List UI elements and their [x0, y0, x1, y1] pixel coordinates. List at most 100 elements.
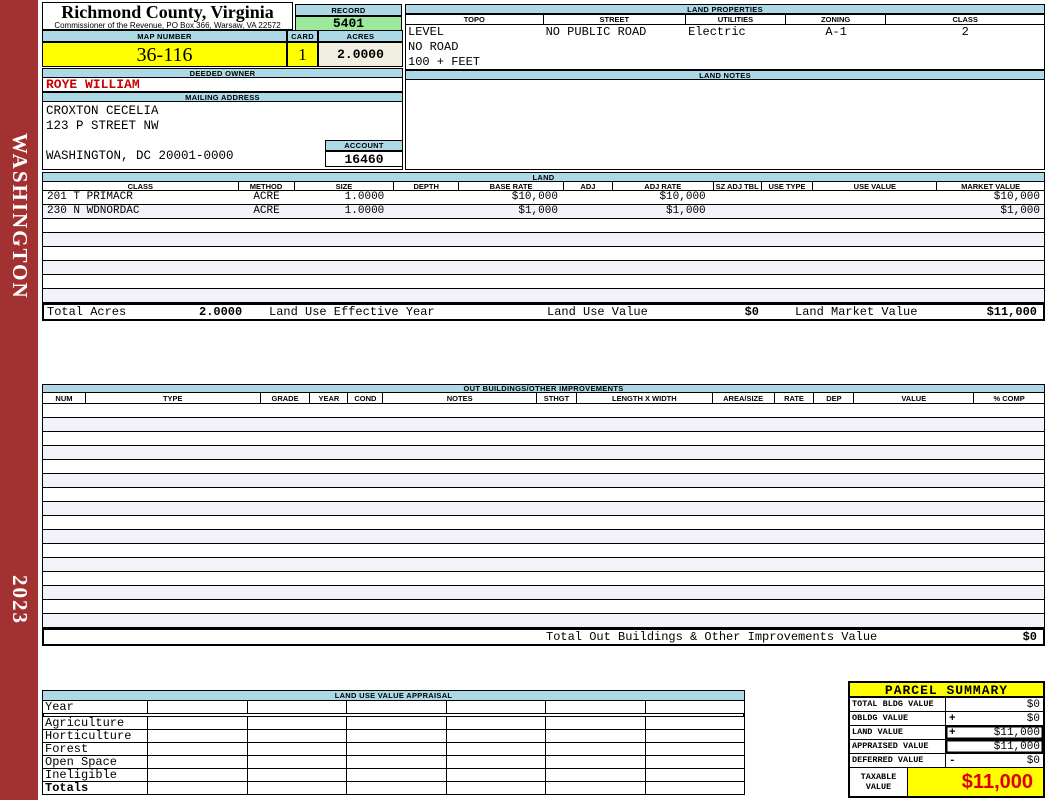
out-buildings-blank-row: [43, 460, 1044, 474]
out-buildings-total-row: Total Out Buildings & Other Improvements…: [42, 628, 1045, 646]
appraisal-cell: [148, 701, 248, 713]
acres-label: ACRES: [318, 30, 403, 42]
land-table-header: USE TYPE: [762, 182, 814, 190]
land-cell: $10,000: [659, 191, 706, 203]
class-value: 2: [961, 25, 969, 39]
out-buildings-blank-row: [43, 572, 1044, 586]
land-use-effective-year-label: Land Use Effective Year: [269, 305, 435, 319]
appraisal-cell: [347, 782, 447, 794]
out-buildings-header: GRADE: [261, 393, 311, 403]
appraisal-cell: [646, 769, 745, 781]
land-properties-header: UTILITIES: [686, 15, 786, 24]
parcel-summary-value-box: $0: [946, 698, 1043, 711]
out-buildings-header: AREA/SIZE: [713, 393, 775, 403]
land-notes-title: LAND NOTES: [405, 70, 1045, 80]
land-blank-row: [43, 233, 1044, 247]
land-cell: ACRE: [253, 205, 280, 217]
card-label: CARD: [287, 30, 318, 42]
land-cell: $10,000: [993, 191, 1040, 203]
appraisal-cell: [248, 717, 347, 729]
out-buildings-blank-row: [43, 600, 1044, 614]
out-buildings-title: OUT BUILDINGS/OTHER IMPROVEMENTS: [42, 384, 1045, 393]
out-buildings-total-label: Total Out Buildings & Other Improvements…: [546, 630, 878, 644]
appraisal-row-label: Totals: [43, 782, 148, 794]
land-cell: $1,000: [518, 205, 558, 217]
land-cell: [714, 205, 762, 218]
out-buildings-rows: [42, 404, 1045, 628]
land-table-header: USE VALUE: [813, 182, 938, 190]
out-buildings-header: RATE: [775, 393, 815, 403]
appraisal-cell: [248, 782, 347, 794]
parcel-summary-value-box: - $0: [946, 754, 1043, 767]
out-buildings-blank-row: [43, 544, 1044, 558]
appraisal-cell: [447, 743, 546, 755]
land-cell: [813, 205, 937, 218]
parcel-summary-row-label: TOTAL BLDG VALUE: [850, 698, 946, 711]
land-use-value-label: Land Use Value: [547, 305, 648, 319]
out-buildings-header: NOTES: [383, 393, 538, 403]
street-value: NO PUBLIC ROAD: [545, 25, 647, 39]
parcel-summary-value: $0: [1026, 698, 1040, 711]
land-table-header: BASE RATE: [459, 182, 564, 190]
appraisal-row-label: Horticulture: [43, 730, 148, 742]
appraisal-cell: [447, 756, 546, 768]
appraisal-cell: [546, 730, 646, 742]
land-row: 201 T PRIMACR ACRE 1.0000 $10,000 $10,000 $10…: [43, 191, 1044, 205]
land-cell: $10,000: [511, 191, 558, 203]
land-cell: ACRE: [253, 191, 280, 203]
taxable-value-label: TAXABLE VALUE: [850, 768, 908, 796]
out-buildings-blank-row: [43, 488, 1044, 502]
appraisal-row-label: Forest: [43, 743, 148, 755]
land-properties-header: TOPO: [406, 15, 544, 24]
land-blank-row: [43, 219, 1044, 233]
year-banner: WASHINGTON 2023: [0, 0, 38, 800]
out-buildings-blank-row: [43, 446, 1044, 460]
mailing-address-label: MAILING ADDRESS: [42, 92, 403, 102]
land-table-rows: 201 T PRIMACR ACRE 1.0000 $10,000 $10,000 $10…: [42, 191, 1045, 303]
parcel-summary-value: $11,000: [993, 740, 1040, 753]
topo-value: LEVEL NO ROAD 100 + FEET: [408, 25, 481, 69]
parcel-summary-row-label: OBLDG VALUE: [850, 712, 946, 725]
land-cell: 1.0000: [344, 191, 385, 203]
parcel-summary-value: $11,000: [993, 726, 1040, 739]
appraisal-row-label: Open Space: [43, 756, 148, 768]
out-buildings-header: YEAR: [310, 393, 349, 403]
property-record-card: WASHINGTON 2023 Richmond County, Virgini…: [0, 0, 1050, 800]
parcel-summary-value-box: + $11,000: [946, 726, 1043, 739]
taxable-value-row: TAXABLE VALUE $11,000: [850, 768, 1043, 796]
parcel-summary-row: TOTAL BLDG VALUE $0: [850, 698, 1043, 712]
land-cell: 230 N WDNORDAC: [47, 205, 140, 217]
parcel-summary-operator: +: [949, 726, 956, 739]
parcel-summary-row-label: DEFERRED VALUE: [850, 754, 946, 767]
land-market-value-label: Land Market Value: [795, 305, 918, 319]
record-label: RECORD: [295, 4, 402, 16]
total-acres-value: 2.0000: [199, 305, 243, 319]
taxable-value: $11,000: [908, 768, 1043, 796]
appraisal-cell: [248, 701, 347, 713]
land-use-appraisal-rows: Year Agriculture Horticulture Forest Open Sp…: [42, 701, 745, 795]
parcel-summary-rows: TOTAL BLDG VALUE $0 OBLDG VALUE + $0 LAND VAL…: [850, 698, 1043, 768]
land-cell: [564, 191, 613, 204]
land-row: 230 N WDNORDAC ACRE 1.0000 $1,000 $1,000 $1,0…: [43, 205, 1044, 219]
parcel-summary-value-box: + $0: [946, 712, 1043, 725]
appraisal-cell: [248, 743, 347, 755]
parcel-summary: PARCEL SUMMARY TOTAL BLDG VALUE $0 OBLDG V…: [848, 681, 1045, 798]
acres-value: 2.0000: [318, 42, 403, 67]
land-blank-row: [43, 261, 1044, 275]
appraisal-cell: [447, 769, 546, 781]
appraisal-cell: [347, 701, 447, 713]
out-buildings-header: VALUE: [854, 393, 975, 403]
land-table-header: DEPTH: [394, 182, 460, 190]
appraisal-row: Year: [43, 701, 744, 714]
account-value: 16460: [325, 151, 403, 167]
appraisal-cell: [646, 756, 745, 768]
county-title: Richmond County, Virginia: [61, 2, 274, 22]
out-buildings-header: DEP: [814, 393, 855, 403]
parcel-summary-row-label: APPRAISED VALUE: [850, 740, 946, 753]
out-buildings-blank-row: [43, 516, 1044, 530]
land-table-header: METHOD: [239, 182, 295, 190]
parcel-summary-operator: -: [949, 754, 956, 767]
out-buildings-blank-row: [43, 432, 1044, 446]
appraisal-cell: [447, 717, 546, 729]
land-blank-row: [43, 289, 1044, 303]
